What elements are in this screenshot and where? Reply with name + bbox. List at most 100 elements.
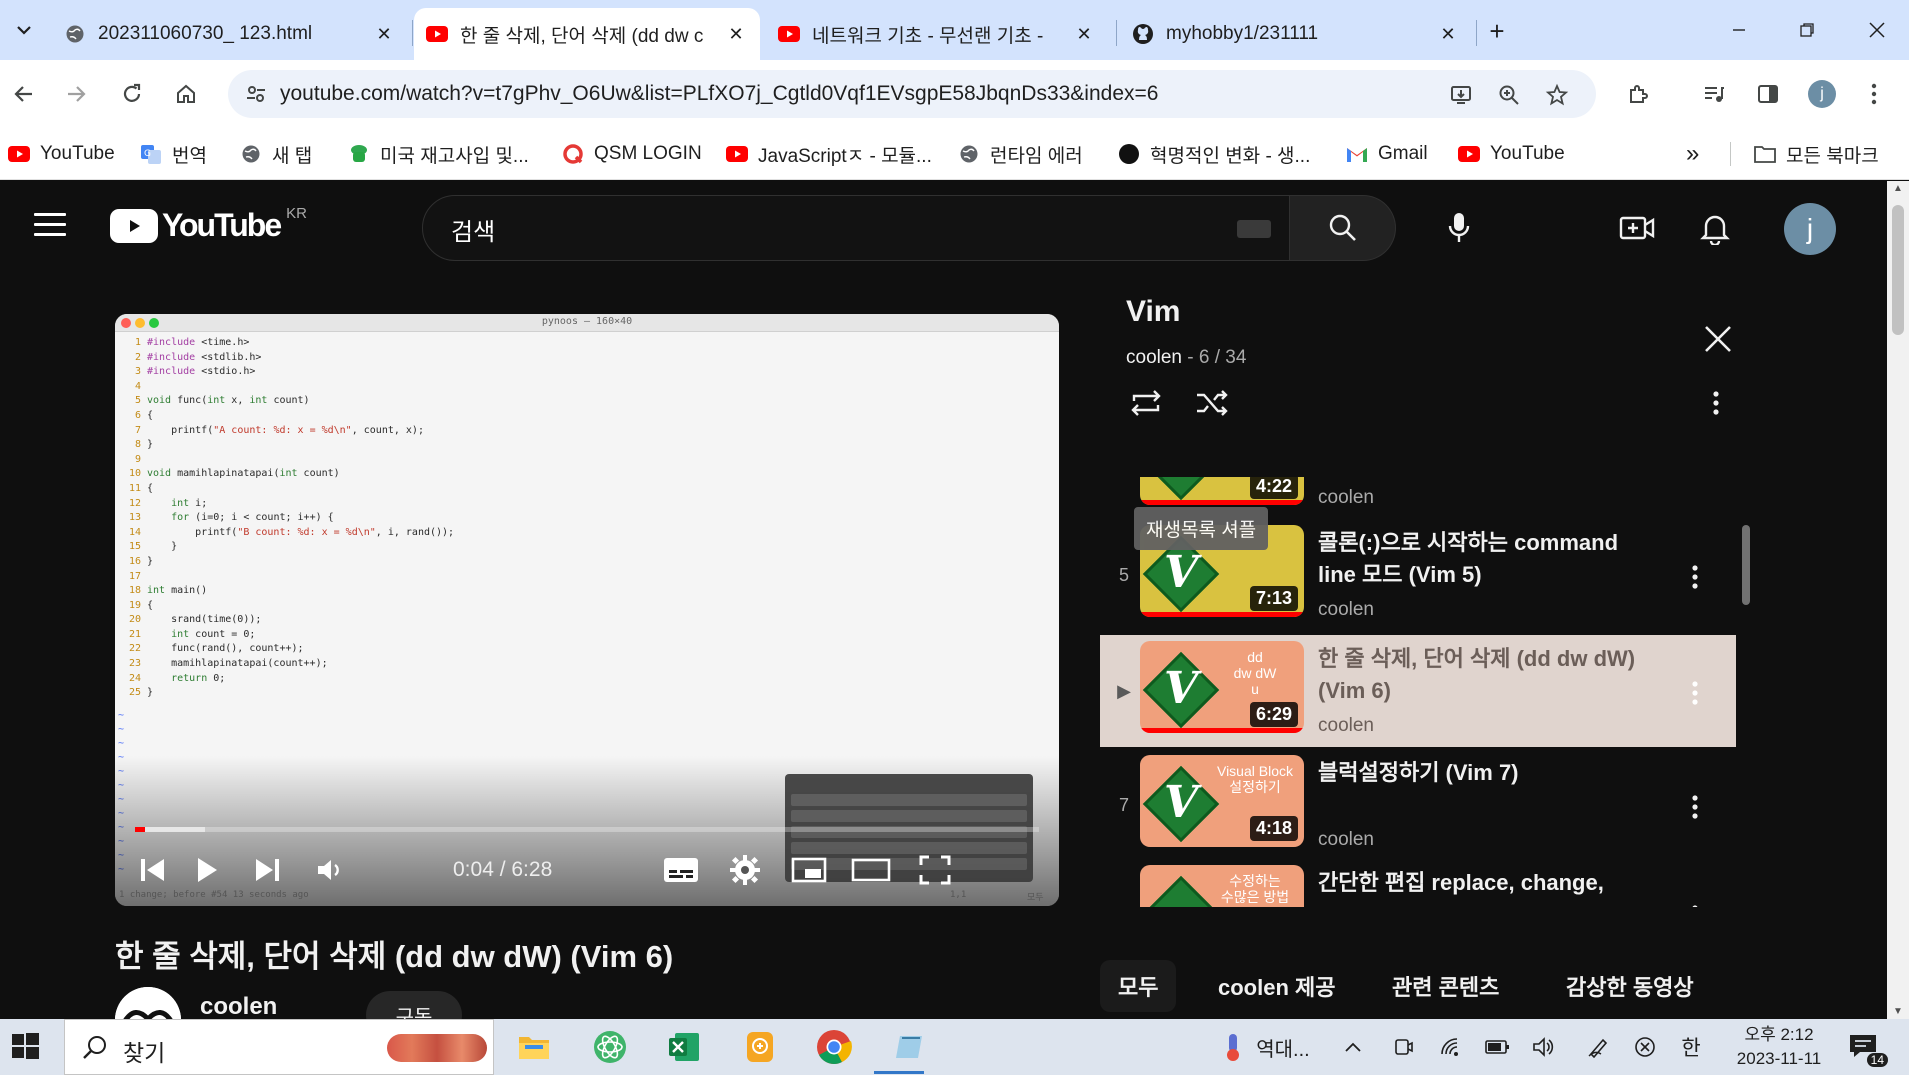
excel-icon[interactable] <box>664 1027 704 1067</box>
close-playlist-icon[interactable] <box>1698 319 1738 359</box>
channel-name[interactable]: coolen <box>200 993 277 1019</box>
chip-related[interactable]: 관련 콘텐츠 <box>1374 960 1517 1012</box>
profile-avatar[interactable]: j <box>1804 76 1840 112</box>
playlist-more-kebab-icon[interactable] <box>1696 381 1736 425</box>
media-control-icon[interactable] <box>1696 76 1732 112</box>
playlist-owner[interactable]: coolen <box>1126 347 1182 368</box>
tab-network-video[interactable]: 네트워크 기초 - 무선랜 기초 - ✕ <box>766 8 1108 60</box>
playlist-scrollbar[interactable] <box>1742 525 1750 605</box>
theater-mode-icon[interactable] <box>847 846 895 894</box>
loop-playlist-icon[interactable] <box>1124 381 1168 425</box>
close-window-icon[interactable] <box>1852 10 1902 50</box>
chip-all[interactable]: 모두 <box>1100 960 1177 1012</box>
volume-icon[interactable] <box>305 846 353 894</box>
item-more-kebab-icon[interactable] <box>1680 557 1710 597</box>
minimize-window-icon[interactable] <box>1714 10 1764 50</box>
all-bookmarks-folder[interactable]: 모든 북마크 <box>1754 140 1879 168</box>
bookmark-youtube[interactable]: YouTube <box>8 140 115 168</box>
play-icon[interactable] <box>183 846 231 894</box>
react-app-icon[interactable] <box>590 1027 630 1067</box>
install-app-icon[interactable] <box>1446 80 1476 110</box>
extensions-puzzle-icon[interactable] <box>1620 76 1656 112</box>
chip-from-channel[interactable]: coolen 제공 <box>1200 960 1354 1012</box>
scrollbar-thumb[interactable] <box>1892 205 1904 335</box>
notification-center-icon[interactable]: 14 <box>1848 1033 1888 1067</box>
shuffle-playlist-icon[interactable] <box>1190 381 1234 425</box>
item-more-kebab-icon[interactable] <box>1680 897 1710 907</box>
scroll-up-arrow-icon[interactable]: ▲ <box>1892 183 1904 194</box>
video-progress-bar[interactable] <box>135 827 1039 832</box>
list-item[interactable]: 7 V Visual Block 설정하기 4:18 블럭설정하기 (Vim 7… <box>1100 749 1736 861</box>
system-clock[interactable]: 오후 2:12 2023-11-11 <box>1724 1023 1834 1071</box>
site-info-tune-icon[interactable] <box>242 80 270 108</box>
hamburger-menu-icon[interactable] <box>34 213 66 237</box>
meet-now-icon[interactable] <box>1388 1033 1418 1061</box>
back-arrow-icon[interactable] <box>6 76 42 112</box>
file-explorer-icon[interactable] <box>514 1027 554 1067</box>
video-thumbnail[interactable]: 수정하는 수많은 방법 <box>1140 865 1304 907</box>
reload-icon[interactable] <box>114 76 150 112</box>
bookmarks-overflow-chevron-icon[interactable]: » <box>1686 140 1699 168</box>
miniplayer-icon[interactable] <box>785 846 833 894</box>
item-more-kebab-icon[interactable] <box>1680 787 1710 827</box>
close-tab-icon[interactable]: ✕ <box>372 22 396 46</box>
video-player[interactable]: pynoos — 160×40 1 #include <time.h> 2 #incl… <box>115 314 1059 906</box>
list-item[interactable]: 수정하는 수많은 방법 간단한 편집 replace, change, <box>1100 859 1736 907</box>
wifi-icon[interactable] <box>1436 1033 1466 1061</box>
scroll-down-arrow-icon[interactable]: ▼ <box>1892 1006 1904 1017</box>
tab-html-file[interactable]: 202311060730_ 123.html ✕ <box>52 8 408 60</box>
playlist-title[interactable]: Vim <box>1126 295 1180 329</box>
bookmark-runtime-error[interactable]: 런타임 에러 <box>958 140 1083 168</box>
subtitles-icon[interactable] <box>657 846 705 894</box>
previous-video-icon[interactable] <box>129 846 177 894</box>
zoom-icon[interactable] <box>1494 80 1524 110</box>
channel-avatar[interactable] <box>115 987 181 1019</box>
tab-search-chevron-icon[interactable] <box>8 14 40 46</box>
next-video-icon[interactable] <box>243 846 291 894</box>
youtube-logo[interactable]: YouTube KR <box>110 205 307 244</box>
item-more-kebab-icon[interactable] <box>1680 673 1710 713</box>
side-panel-icon[interactable] <box>1750 76 1786 112</box>
user-avatar[interactable]: j <box>1784 203 1836 255</box>
speaker-icon[interactable] <box>1528 1033 1558 1061</box>
list-item-current[interactable]: ▶ V dd dw dW u 6:29 한 줄 삭제, 단어 삭제 (dd dw… <box>1100 635 1736 747</box>
page-scrollbar[interactable]: ▲ ▼ <box>1887 181 1909 1019</box>
keyboard-icon[interactable] <box>1237 220 1271 238</box>
bookmark-us-stock[interactable]: 미국 재고사입 및... <box>348 140 529 168</box>
no-connection-icon[interactable] <box>1630 1033 1660 1061</box>
close-tab-icon[interactable]: ✕ <box>1436 22 1460 46</box>
home-icon[interactable] <box>168 76 204 112</box>
item-more-kebab-icon[interactable] <box>1680 477 1710 485</box>
tab-github[interactable]: myhobby1/231111 ✕ <box>1120 8 1472 60</box>
close-tab-icon[interactable]: ✕ <box>1072 22 1096 46</box>
chrome-icon[interactable] <box>814 1027 854 1067</box>
chip-watched[interactable]: 감상한 동영상 <box>1548 960 1712 1012</box>
windows-start-icon[interactable] <box>10 1031 42 1063</box>
ime-indicator[interactable]: 한 <box>1676 1033 1706 1061</box>
address-bar[interactable]: youtube.com/watch?v=t7gPhv_O6Uw&list=PLf… <box>228 70 1596 118</box>
video-thumbnail[interactable]: V Visual Block 설정하기 4:18 <box>1140 755 1304 847</box>
close-tab-icon[interactable]: ✕ <box>724 22 748 46</box>
create-video-icon[interactable] <box>1614 205 1660 251</box>
search-input[interactable]: 검색 <box>422 195 1290 261</box>
pen-icon[interactable] <box>1584 1033 1614 1061</box>
bookmark-revolution[interactable]: 혁명적인 변화 - 생... <box>1118 140 1310 168</box>
forward-arrow-icon[interactable] <box>58 76 94 112</box>
bookmark-qsm-login[interactable]: QSM LOGIN <box>562 140 702 168</box>
video-thumbnail[interactable]: V 4:22 <box>1140 477 1304 505</box>
voice-search-mic-icon[interactable] <box>1432 201 1486 255</box>
video-thumbnail[interactable]: V dd dw dW u 6:29 <box>1140 641 1304 733</box>
taskbar-search-input[interactable]: 찾기 <box>64 1019 494 1075</box>
search-button[interactable] <box>1290 195 1396 261</box>
tab-vim6-video[interactable]: 한 줄 삭제, 단어 삭제 (dd dw c ✕ <box>414 8 760 60</box>
notes-app-icon[interactable] <box>740 1027 780 1067</box>
settings-gear-icon[interactable] <box>721 846 769 894</box>
chrome-menu-kebab-icon[interactable] <box>1856 76 1892 112</box>
bookmark-star-icon[interactable] <box>1542 80 1572 110</box>
bookmark-gmail[interactable]: Gmail <box>1346 140 1428 168</box>
tray-overflow-chevron-icon[interactable] <box>1338 1033 1368 1061</box>
notepad-icon[interactable] <box>890 1027 930 1067</box>
bookmark-translate[interactable]: G 번역 <box>140 140 207 168</box>
bookmark-youtube-2[interactable]: YouTube <box>1458 140 1565 168</box>
new-tab-plus-icon[interactable]: + <box>1480 14 1514 48</box>
